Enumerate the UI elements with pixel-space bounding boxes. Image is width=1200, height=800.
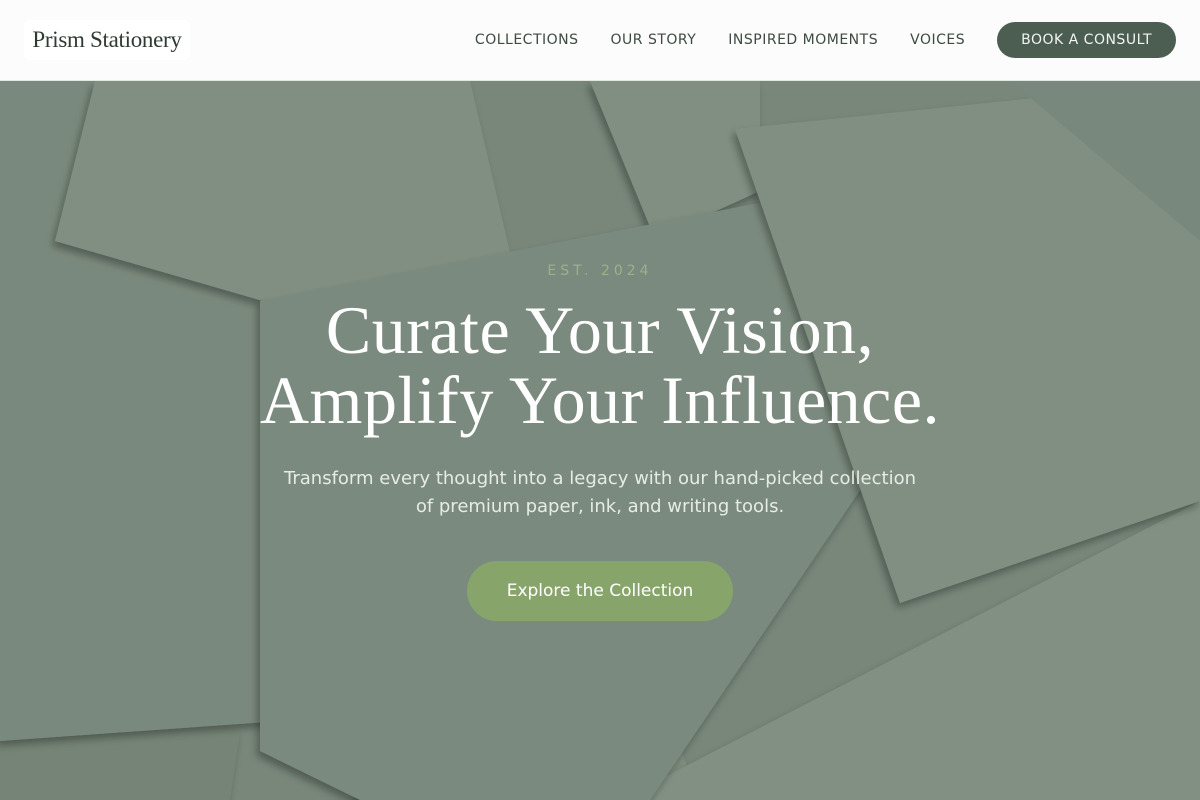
hero-subtext-line-1: Transform every thought into a legacy wi… xyxy=(284,468,916,489)
book-consult-button[interactable]: BOOK A CONSULT xyxy=(997,22,1176,58)
hero-section: EST. 2024 Curate Your Vision, Amplify Yo… xyxy=(0,81,1200,800)
explore-collection-button[interactable]: Explore the Collection xyxy=(467,561,733,621)
hero-headline-line-2: Amplify Your Influence. xyxy=(259,362,941,438)
hero-subtext: Transform every thought into a legacy wi… xyxy=(260,465,940,521)
nav-link-inspired-moments[interactable]: INSPIRED MOMENTS xyxy=(728,32,878,48)
hero-subtext-line-2: of premium paper, ink, and writing tools… xyxy=(415,496,785,517)
site-header: Prism Stationery COLLECTIONS OUR STORY I… xyxy=(0,0,1200,81)
nav-link-collections[interactable]: COLLECTIONS xyxy=(475,32,579,48)
hero-headline-line-1: Curate Your Vision, xyxy=(325,292,875,368)
hero-eyebrow: EST. 2024 xyxy=(547,263,653,279)
hero-headline: Curate Your Vision, Amplify Your Influen… xyxy=(0,295,1200,435)
main-nav: COLLECTIONS OUR STORY INSPIRED MOMENTS V… xyxy=(475,22,1176,58)
brand-logo[interactable]: Prism Stationery xyxy=(24,20,190,60)
nav-link-our-story[interactable]: OUR STORY xyxy=(611,32,697,48)
hero-content: EST. 2024 Curate Your Vision, Amplify Yo… xyxy=(0,81,1200,800)
nav-link-voices[interactable]: VOICES xyxy=(910,32,965,48)
